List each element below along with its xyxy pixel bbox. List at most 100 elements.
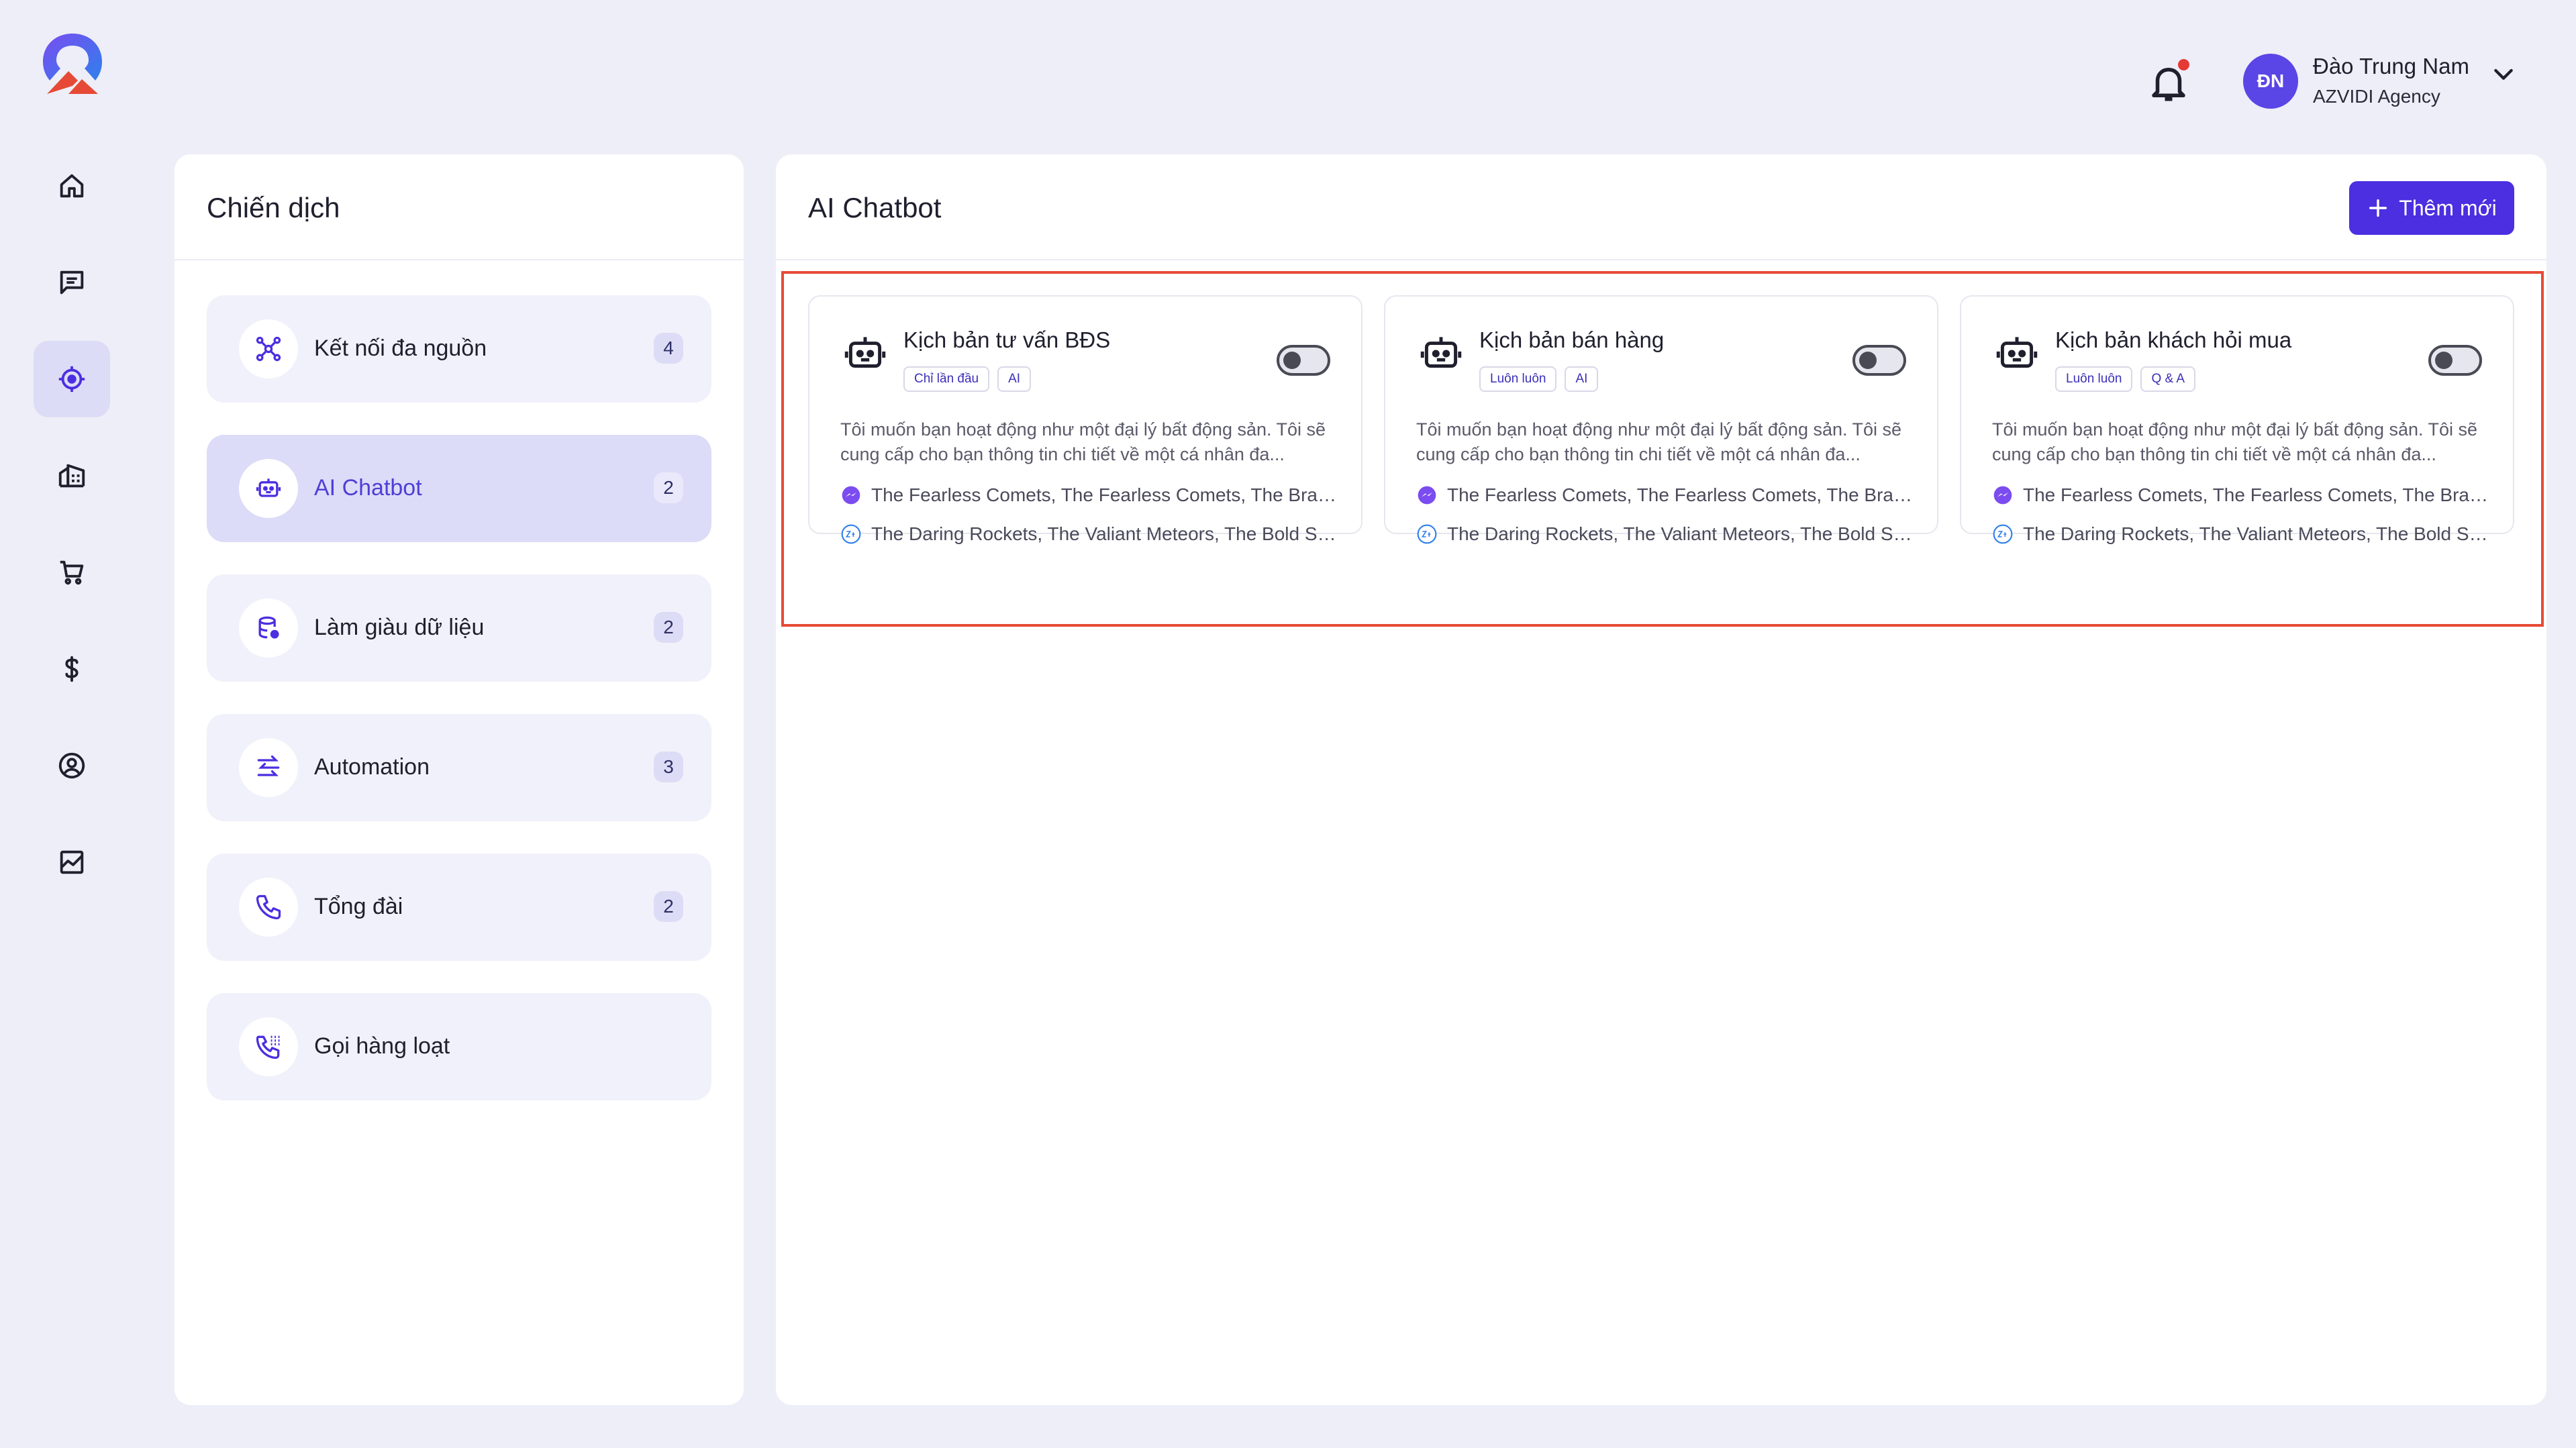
- tag: Chỉ lần đầu: [903, 366, 990, 392]
- messenger-text: The Fearless Comets, The Fearless Comets…: [871, 484, 1337, 505]
- tag: AI: [1565, 366, 1599, 392]
- add-new-button[interactable]: Thêm mới: [2349, 181, 2514, 235]
- notification-dot: [2178, 59, 2189, 70]
- divider: [175, 259, 744, 260]
- tag: Q & A: [2140, 366, 2196, 392]
- chatbot-title: Kịch bản bán hàng: [1479, 327, 1665, 352]
- chevron-down-icon: [2494, 68, 2513, 80]
- robot-icon: [844, 337, 886, 368]
- add-new-label: Thêm mới: [2399, 195, 2497, 220]
- rail-dollar[interactable]: [34, 631, 110, 707]
- robot-icon: [239, 459, 298, 518]
- target-icon: [58, 366, 85, 393]
- hub-icon: [239, 319, 298, 378]
- campaign-label: Gọi hàng loạt: [314, 1033, 450, 1059]
- zalo-text: The Daring Rockets, The Valiant Meteors,…: [1447, 523, 1913, 544]
- rail-chart[interactable]: [34, 824, 110, 900]
- robot-icon: [1996, 337, 2038, 368]
- messenger-channels: The Fearless Comets, The Fearless Comets…: [840, 482, 1337, 509]
- zalo-channels: The Daring Rockets, The Valiant Meteors,…: [840, 521, 1337, 548]
- avatar[interactable]: ĐN: [2243, 54, 2298, 109]
- zalo-channels: The Daring Rockets, The Valiant Meteors,…: [1416, 521, 1913, 548]
- campaign-panel: Chiến dịch Kết nối đa nguồn 4 AI Chatbot…: [175, 154, 744, 1405]
- tag: AI: [997, 366, 1032, 392]
- phone-icon: [239, 878, 298, 937]
- user-menu-toggle[interactable]: [2490, 60, 2517, 87]
- main-panel: AI Chatbot Thêm mới Kịch bản tư vấn BĐS …: [776, 154, 2546, 1405]
- chat-icon: [60, 270, 84, 295]
- messenger-icon: [1418, 486, 1436, 505]
- messenger-icon: [1993, 486, 2012, 505]
- rail-chat[interactable]: [34, 244, 110, 321]
- campaign-count: 2: [654, 472, 683, 503]
- campaign-count: 4: [654, 333, 683, 364]
- chatbot-description: Tôi muốn bạn hoạt động như một đại lý bấ…: [840, 419, 1326, 464]
- campaign-item-automation[interactable]: Automation 3: [207, 714, 711, 821]
- campaign-label: Tổng đài: [314, 894, 403, 919]
- dollar-icon: [65, 656, 79, 682]
- toggle-knob: [2435, 352, 2453, 369]
- zalo-text: The Daring Rockets, The Valiant Meteors,…: [2023, 523, 2489, 544]
- campaign-label: AI Chatbot: [314, 475, 422, 501]
- robot-icon: [1420, 337, 1462, 368]
- zalo-icon: [1417, 524, 1437, 544]
- messenger-channels: The Fearless Comets, The Fearless Comets…: [1992, 482, 2489, 509]
- campaign-label: Kết nối đa nguồn: [314, 335, 487, 361]
- messenger-text: The Fearless Comets, The Fearless Comets…: [1447, 484, 1913, 505]
- database-icon: [239, 599, 298, 658]
- chatbot-title: Kịch bản tư vấn BĐS: [903, 327, 1111, 352]
- messenger-text: The Fearless Comets, The Fearless Comets…: [2023, 484, 2489, 505]
- zalo-icon: [1993, 524, 2013, 544]
- divider: [776, 259, 2546, 260]
- chatbot-toggle[interactable]: [1852, 345, 1906, 376]
- campaign-count: 2: [654, 891, 683, 922]
- user-org: AZVIDI Agency: [2313, 86, 2440, 107]
- rail-campaign[interactable]: [34, 341, 110, 417]
- messenger-icon: [842, 486, 860, 505]
- campaign-item-multi-source[interactable]: Kết nối đa nguồn 4: [207, 295, 711, 403]
- chatbot-toggle[interactable]: [1277, 345, 1330, 376]
- campaign-item-call-center[interactable]: Tổng đài 2: [207, 854, 711, 961]
- chatbot-tags: Luôn luôn Q & A: [2055, 366, 2196, 392]
- home-icon: [60, 174, 84, 198]
- rail-home[interactable]: [34, 148, 110, 224]
- chart-icon: [60, 850, 84, 874]
- toggle-knob: [1859, 352, 1877, 369]
- logo[interactable]: [38, 30, 107, 99]
- user-name: Đào Trung Nam: [2313, 54, 2469, 79]
- plus-icon: [2369, 199, 2387, 217]
- campaign-item-data-enrichment[interactable]: Làm giàu dữ liệu 2: [207, 574, 711, 682]
- user-circle-icon: [58, 752, 85, 779]
- chatbot-tags: Chỉ lần đầu AI: [903, 366, 1032, 392]
- campaign-count: 3: [654, 752, 683, 782]
- messenger-channels: The Fearless Comets, The Fearless Comets…: [1416, 482, 1913, 509]
- chatbot-title: Kịch bản khách hỏi mua: [2055, 327, 2292, 352]
- page-title: AI Chatbot: [808, 192, 942, 223]
- toggle-knob: [1283, 352, 1301, 369]
- chatbot-description: Tôi muốn bạn hoạt động như một đại lý bấ…: [1416, 419, 1902, 464]
- chatbot-card[interactable]: Kịch bản bán hàng Luôn luôn AI Tôi muốn …: [1384, 295, 1938, 544]
- automation-icon: [239, 738, 298, 797]
- rail-building[interactable]: [34, 437, 110, 514]
- zalo-icon: [841, 524, 861, 544]
- bulk-call-icon: [239, 1017, 298, 1076]
- campaign-item-ai-chatbot[interactable]: AI Chatbot 2: [207, 435, 711, 542]
- campaign-item-bulk-call[interactable]: Gọi hàng loạt: [207, 993, 711, 1100]
- chatbot-card[interactable]: Kịch bản tư vấn BĐS Chỉ lần đầu AI Tôi m…: [808, 295, 1363, 544]
- left-rail: [0, 0, 141, 1448]
- zalo-channels: The Daring Rockets, The Valiant Meteors,…: [1992, 521, 2489, 548]
- chatbot-toggle[interactable]: [2428, 345, 2482, 376]
- rail-cart[interactable]: [34, 534, 110, 611]
- rail-user[interactable]: [34, 727, 110, 804]
- tag: Luôn luôn: [1479, 366, 1557, 392]
- building-icon: [58, 464, 85, 488]
- chatbot-tags: Luôn luôn AI: [1479, 366, 1599, 392]
- campaign-label: Automation: [314, 754, 430, 780]
- cart-icon: [60, 560, 84, 585]
- chatbot-card[interactable]: Kịch bản khách hỏi mua Luôn luôn Q & A T…: [1960, 295, 2514, 544]
- app-root: ĐN Đào Trung Nam AZVIDI Agency Chiến dịc…: [0, 0, 2576, 1448]
- chatbot-description: Tôi muốn bạn hoạt động như một đại lý bấ…: [1992, 419, 2478, 464]
- zalo-text: The Daring Rockets, The Valiant Meteors,…: [871, 523, 1337, 544]
- panel-title: Chiến dịch: [207, 192, 340, 223]
- campaign-label: Làm giàu dữ liệu: [314, 615, 485, 640]
